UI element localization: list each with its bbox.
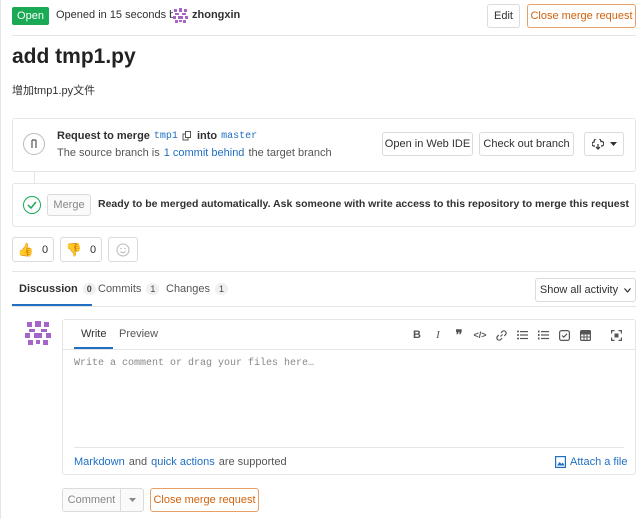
tabs-divider	[12, 306, 636, 307]
tab-discussion[interactable]: Discussion 0	[19, 283, 96, 295]
commits-behind-link[interactable]: 1 commit behind	[164, 147, 245, 159]
identicon-icon	[173, 8, 188, 23]
target-branch-link[interactable]: master	[221, 131, 257, 142]
header-divider	[12, 35, 636, 36]
comment-button[interactable]: Comment	[63, 489, 121, 511]
author-name[interactable]: zhongxin	[192, 9, 240, 21]
editor-preview-tab[interactable]: Preview	[119, 328, 158, 340]
chevron-down-icon	[609, 141, 617, 147]
comment-split-button: Comment	[62, 488, 144, 512]
markdown-link[interactable]: Markdown	[74, 456, 125, 468]
footer-close-merge-request-button[interactable]: Close merge request	[150, 488, 259, 512]
thumbs-up-icon: 👍	[17, 241, 35, 257]
and-text: and	[128, 456, 148, 468]
chevron-down-icon	[128, 497, 136, 502]
author-avatar[interactable]	[173, 8, 188, 23]
reactions-divider	[12, 271, 636, 272]
mr-description: 增加tmp1.py文件	[12, 85, 96, 97]
numbered-list-icon[interactable]	[537, 329, 549, 341]
merge-button[interactable]: Merge	[47, 194, 91, 216]
into-text: into	[196, 130, 218, 142]
editor-footer-divider	[74, 447, 624, 448]
widget-connector	[34, 172, 35, 183]
thumbs-up-count: 0	[42, 243, 49, 256]
activity-filter-label: Show all activity	[539, 284, 619, 296]
check-out-branch-label: Check out branch	[483, 138, 570, 150]
success-icon	[23, 196, 41, 214]
comment-editor	[62, 319, 636, 475]
close-merge-request-label: Close merge request	[530, 10, 633, 22]
table-icon[interactable]	[579, 329, 591, 341]
check-out-branch-button[interactable]: Check out branch	[479, 132, 574, 156]
tab-commits-count: 1	[146, 283, 160, 295]
attach-file-label: Attach a file	[570, 456, 628, 468]
current-user-avatar	[25, 320, 51, 346]
bullet-list-icon[interactable]	[516, 329, 528, 341]
image-file-icon	[555, 456, 566, 468]
request-prefix: Request to merge	[57, 130, 150, 142]
task-list-icon[interactable]	[558, 329, 570, 341]
download-dropdown-button[interactable]	[584, 132, 624, 156]
open-in-web-ide-button[interactable]: Open in Web IDE	[382, 132, 473, 156]
status-badge: Open	[12, 7, 49, 25]
tab-changes-label: Changes	[166, 283, 211, 295]
quote-icon[interactable]: ❞	[453, 327, 465, 342]
comment-button-label: Comment	[67, 494, 116, 506]
editor-toolbar-divider	[63, 349, 635, 350]
thumbs-down-icon: 👎	[65, 241, 83, 257]
comment-textarea[interactable]: Write a comment or drag your files here…	[74, 358, 314, 369]
tab-commits[interactable]: Commits 1	[98, 283, 160, 295]
add-reaction-button[interactable]	[108, 237, 138, 262]
source-branch-link[interactable]: tmp1	[154, 131, 178, 142]
opened-text: Opened in 15 seconds by	[56, 9, 181, 21]
fullscreen-icon[interactable]	[610, 329, 622, 341]
editor-footer-text: Markdown and quick actions are supported	[74, 456, 287, 468]
page-left-border	[0, 0, 1, 519]
chevron-down-icon	[624, 287, 632, 293]
tab-discussion-label: Discussion	[19, 283, 78, 295]
thumbs-down-count: 0	[90, 243, 97, 256]
close-merge-request-button[interactable]: Close merge request	[527, 4, 636, 28]
link-icon[interactable]	[495, 329, 507, 341]
edit-button[interactable]: Edit	[487, 4, 520, 28]
status-prefix: The source branch is	[57, 147, 160, 159]
merge-request-line: Request to merge tmp1 into master	[57, 130, 257, 142]
italic-icon[interactable]: I	[432, 329, 444, 341]
activity-filter-dropdown[interactable]: Show all activity	[535, 278, 636, 302]
supported-text: are supported	[218, 456, 287, 468]
attach-file-link[interactable]: Attach a file	[555, 456, 627, 468]
open-in-web-ide-label: Open in Web IDE	[384, 138, 471, 150]
smiley-icon	[116, 243, 130, 256]
editor-write-tab[interactable]: Write	[81, 328, 106, 340]
branch-status-line: The source branch is 1 commit behind the…	[57, 147, 332, 159]
identicon-icon	[25, 320, 51, 346]
merge-button-label: Merge	[53, 199, 85, 211]
branch-icon	[23, 133, 45, 155]
tab-changes[interactable]: Changes 1	[166, 283, 229, 295]
status-suffix: the target branch	[248, 147, 332, 159]
thumbs-down-button[interactable]: 👎 0	[60, 237, 102, 262]
merge-status-message: Ready to be merged automatically. Ask so…	[98, 198, 629, 210]
tab-changes-count: 1	[215, 283, 229, 295]
footer-close-merge-request-label: Close merge request	[153, 494, 256, 506]
download-icon	[591, 138, 604, 150]
copy-icon[interactable]	[182, 131, 193, 142]
bold-icon[interactable]: B	[411, 329, 423, 341]
page-title: add tmp1.py	[12, 45, 136, 68]
status-badge-label: Open	[17, 10, 44, 22]
code-icon[interactable]: </>	[474, 329, 487, 341]
comment-options-dropdown[interactable]	[121, 489, 143, 511]
thumbs-up-button[interactable]: 👍 0	[12, 237, 54, 262]
tab-commits-label: Commits	[98, 283, 142, 295]
tab-discussion-count: 0	[82, 283, 96, 295]
quick-actions-link[interactable]: quick actions	[151, 456, 215, 468]
edit-button-label: Edit	[494, 10, 513, 22]
